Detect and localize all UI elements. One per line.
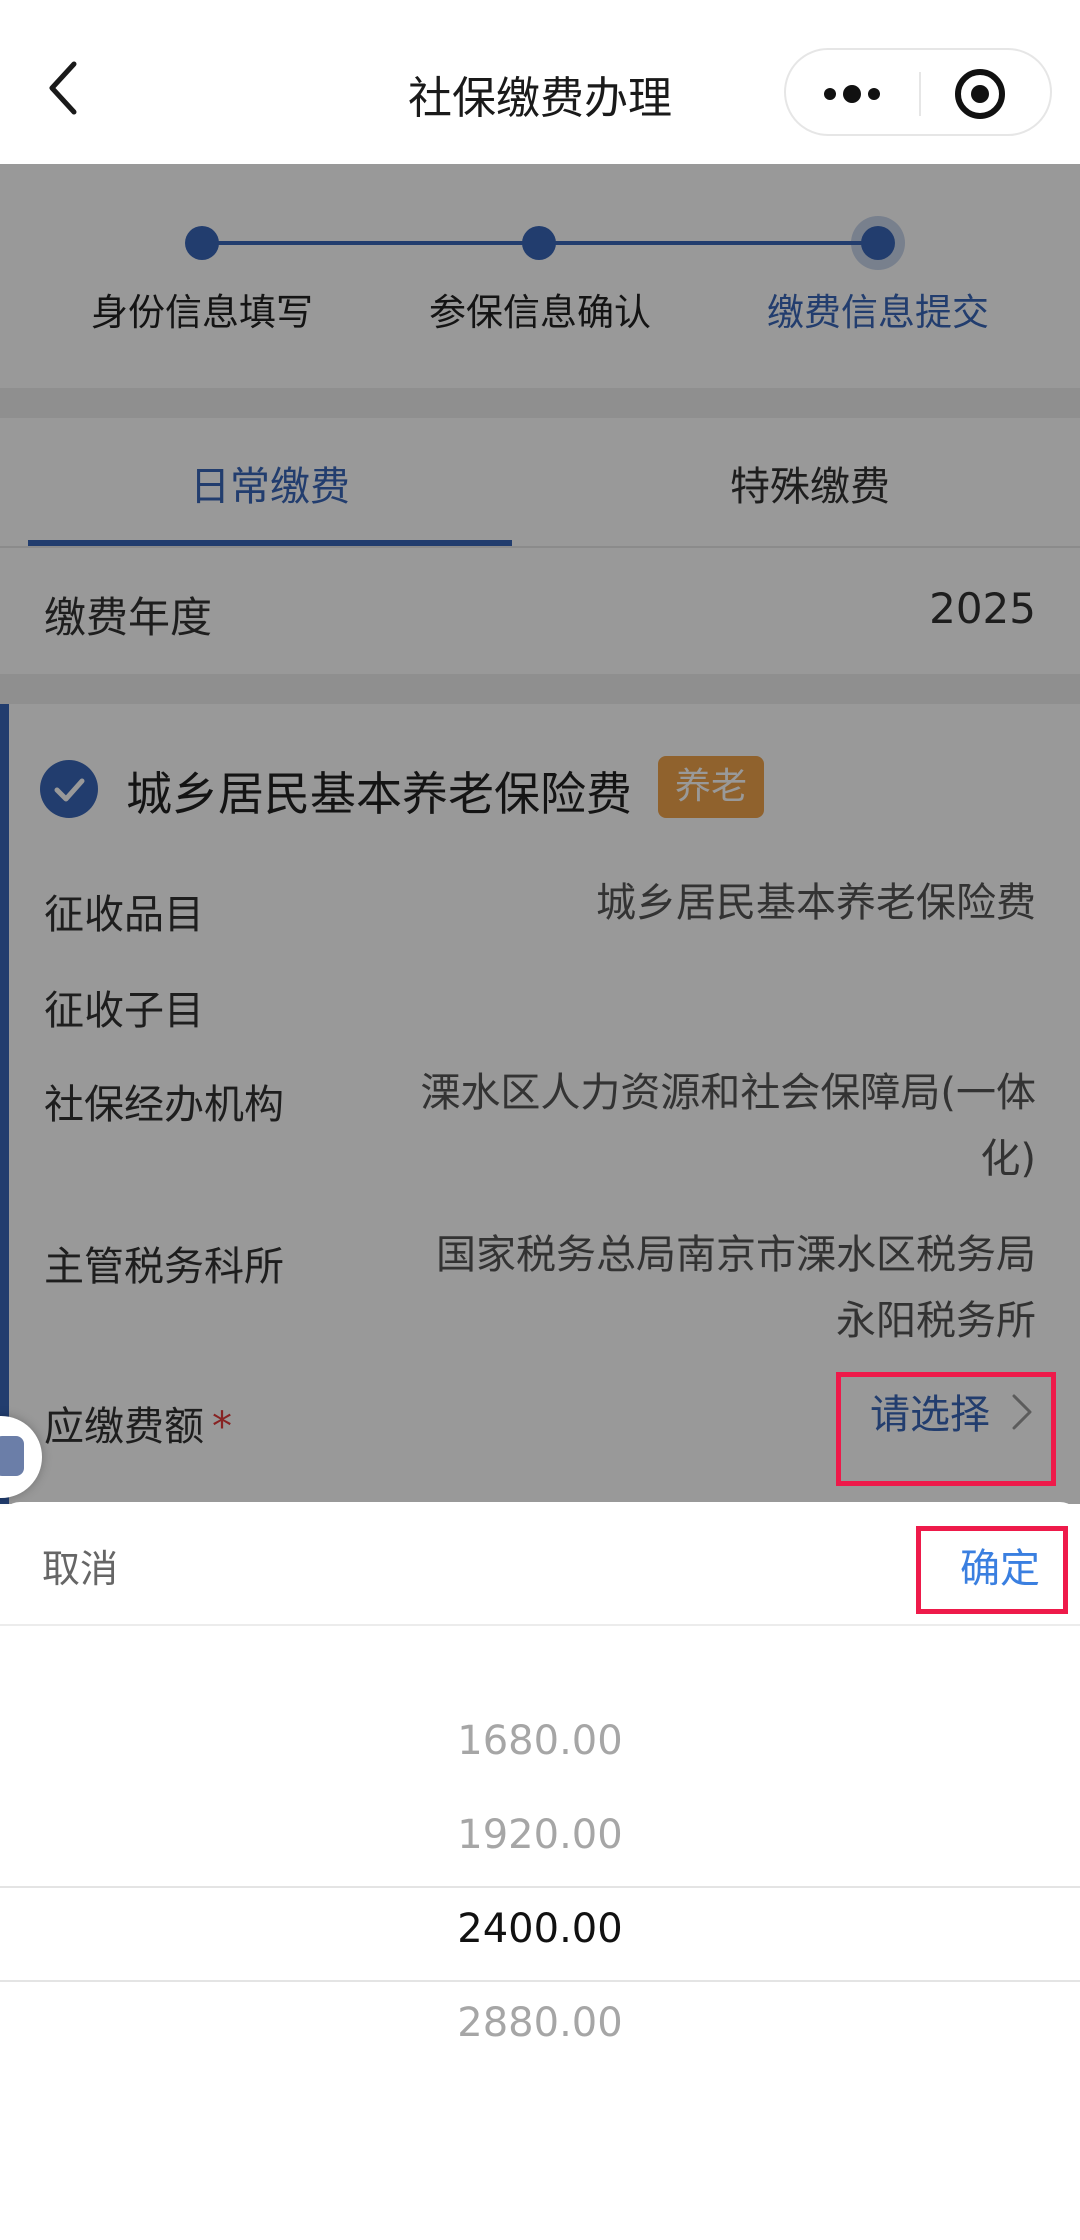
modal-overlay[interactable] xyxy=(0,164,1080,1504)
picker-option[interactable]: 1920.00 xyxy=(0,1812,1080,1858)
top-bar: 社保缴费办理 xyxy=(0,0,1080,164)
target-icon xyxy=(955,69,1005,119)
capsule-divider xyxy=(919,72,921,116)
picker-option-selected[interactable]: 2400.00 xyxy=(0,1906,1080,1952)
close-miniprogram-button[interactable] xyxy=(952,66,1008,122)
more-dots-icon xyxy=(824,85,880,103)
picker-selection-bottom-line xyxy=(0,1980,1080,1982)
sheet-header-divider xyxy=(0,1624,1080,1626)
cancel-button[interactable]: 取消 xyxy=(42,1538,118,1593)
highlight-box-select xyxy=(836,1372,1056,1486)
assistant-avatar-icon xyxy=(0,1436,24,1476)
picker-option[interactable]: 1680.00 xyxy=(0,1718,1080,1764)
mini-program-capsule xyxy=(784,48,1052,136)
picker-option[interactable]: 2880.00 xyxy=(0,2000,1080,2046)
picker-selection-top-line xyxy=(0,1886,1080,1888)
highlight-box-confirm xyxy=(916,1526,1068,1614)
more-button[interactable] xyxy=(814,70,890,118)
